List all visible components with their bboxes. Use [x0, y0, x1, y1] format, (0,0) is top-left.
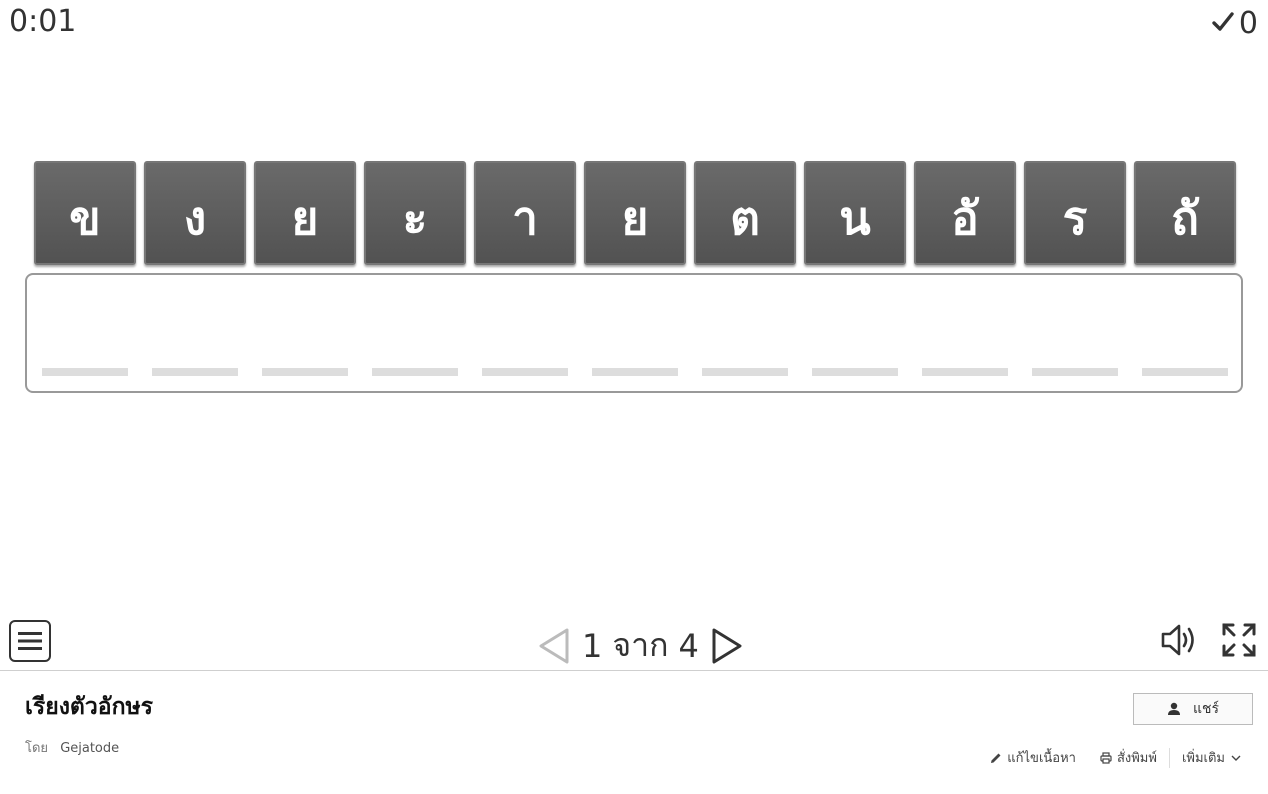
share-button[interactable]: แชร์: [1133, 693, 1253, 725]
activity-title: เรียงตัวอักษร: [25, 694, 154, 720]
footer-links: แก้ไขเนื้อหา สั่งพิมพ์ เพิ่มเติม: [978, 747, 1254, 768]
score-display: 0: [1211, 4, 1258, 42]
more-dropdown[interactable]: เพิ่มเติม: [1170, 747, 1254, 768]
answer-slot[interactable]: [702, 368, 788, 376]
answer-slot[interactable]: [482, 368, 568, 376]
share-label: แชร์: [1192, 701, 1220, 717]
user-icon: [1167, 702, 1180, 715]
menu-icon: [18, 632, 42, 650]
fullscreen-icon[interactable]: [1220, 620, 1258, 660]
letter-tile[interactable]: ร: [1024, 161, 1126, 265]
right-controls: [1160, 620, 1258, 660]
answer-slot[interactable]: [812, 368, 898, 376]
edit-content-label: แก้ไขเนื้อหา: [1007, 751, 1076, 766]
answer-slot[interactable]: [152, 368, 238, 376]
edit-content-link[interactable]: แก้ไขเนื้อหา: [978, 747, 1088, 768]
page-of-label: จาก: [612, 626, 669, 664]
answer-slot[interactable]: [1142, 368, 1228, 376]
volume-icon[interactable]: [1160, 620, 1198, 660]
answer-slot[interactable]: [922, 368, 1008, 376]
pencil-icon: [991, 753, 1001, 763]
letter-tile[interactable]: อั: [914, 161, 1016, 265]
pager: 1 จาก 4: [536, 620, 745, 671]
author-link[interactable]: Gejatode: [60, 741, 119, 756]
letter-tile[interactable]: ะ: [364, 161, 466, 265]
letter-tile[interactable]: ต: [694, 161, 796, 265]
print-label: สั่งพิมพ์: [1116, 751, 1157, 766]
page-total: 4: [678, 626, 699, 665]
answer-slot[interactable]: [1032, 368, 1118, 376]
answer-slots: [42, 368, 1228, 376]
byline: โดย Gejatode: [25, 737, 119, 758]
letter-tile[interactable]: ย: [584, 161, 686, 265]
letter-tile[interactable]: า: [474, 161, 576, 265]
activity-footer: เรียงตัวอักษร โดย Gejatode แชร์ แก้ไขเนื…: [0, 671, 1268, 794]
answer-slot[interactable]: [262, 368, 348, 376]
answer-slot[interactable]: [42, 368, 128, 376]
game-controls: 1 จาก 4: [0, 616, 1268, 668]
prev-page-icon[interactable]: [536, 626, 572, 666]
chevron-down-icon: [1231, 755, 1241, 761]
page-current: 1: [582, 626, 603, 665]
letter-tile[interactable]: น: [804, 161, 906, 265]
letter-tile[interactable]: ข: [34, 161, 136, 265]
next-page-icon[interactable]: [709, 626, 745, 666]
letter-tile[interactable]: ง: [144, 161, 246, 265]
by-label: โดย: [25, 741, 49, 756]
game-area: 0:01 0 ข ง ย ะ า ย ต น อั ร ถั 1 จาก 4: [0, 0, 1268, 670]
timer: 0:01: [9, 4, 77, 39]
printer-icon: [1100, 751, 1112, 764]
check-icon: [1211, 4, 1235, 42]
print-link[interactable]: สั่งพิมพ์: [1088, 747, 1169, 768]
answer-area[interactable]: [25, 273, 1243, 393]
answer-slot[interactable]: [372, 368, 458, 376]
menu-button[interactable]: [9, 620, 51, 662]
answer-slot[interactable]: [592, 368, 678, 376]
letter-tile[interactable]: ถั: [1134, 161, 1236, 265]
score-value: 0: [1238, 5, 1258, 41]
letter-tiles: ข ง ย ะ า ย ต น อั ร ถั: [34, 161, 1236, 265]
more-label: เพิ่มเติม: [1181, 751, 1225, 766]
letter-tile[interactable]: ย: [254, 161, 356, 265]
